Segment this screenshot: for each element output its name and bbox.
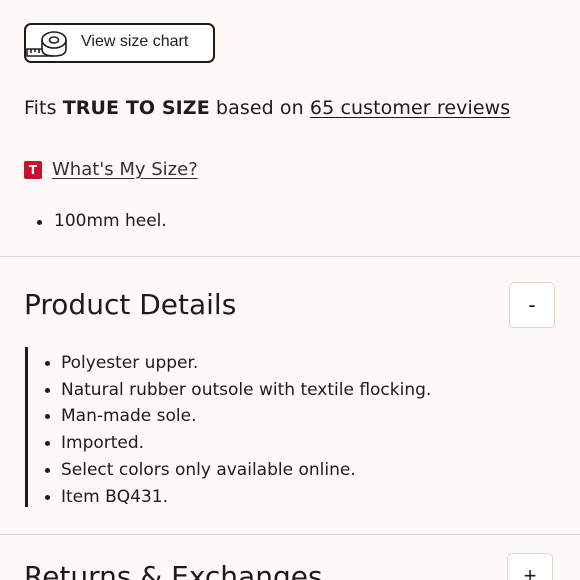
view-size-chart-button[interactable]: View size chart [24, 23, 215, 63]
product-details-content: Polyester upper. Natural rubber outsole … [25, 347, 431, 507]
fit-prefix: Fits [24, 97, 57, 119]
feature-list: 100mm heel. [37, 211, 167, 231]
list-item: Select colors only available online. [44, 457, 431, 484]
returns-exchanges-expand-button[interactable]: + [507, 553, 553, 580]
divider [0, 534, 580, 535]
whats-my-size-row: T What's My Size? [24, 159, 198, 180]
customer-reviews-link[interactable]: 65 customer reviews [310, 97, 510, 119]
fit-summary: Fits TRUE TO SIZE based on 65 customer r… [24, 97, 510, 119]
list-item: Man-made sole. [44, 403, 431, 430]
fit-emphasis: TRUE TO SIZE [62, 97, 210, 119]
divider [0, 256, 580, 257]
measuring-tape-icon [24, 29, 70, 66]
list-item: Imported. [44, 430, 431, 457]
whats-my-size-link[interactable]: What's My Size? [52, 159, 198, 180]
product-details-collapse-button[interactable]: - [509, 282, 555, 328]
fit-middle: based on [215, 97, 304, 119]
list-item: Polyester upper. [44, 350, 431, 377]
list-item: Natural rubber outsole with textile floc… [44, 377, 431, 404]
brand-t-badge-icon: T [24, 160, 42, 179]
list-item: Item BQ431. [44, 484, 431, 511]
returns-exchanges-title: Returns & Exchanges [24, 560, 323, 580]
product-details-list: Polyester upper. Natural rubber outsole … [44, 347, 431, 511]
product-details-title: Product Details [24, 288, 237, 321]
list-item: 100mm heel. [37, 211, 167, 231]
view-size-chart-label: View size chart [81, 33, 189, 50]
